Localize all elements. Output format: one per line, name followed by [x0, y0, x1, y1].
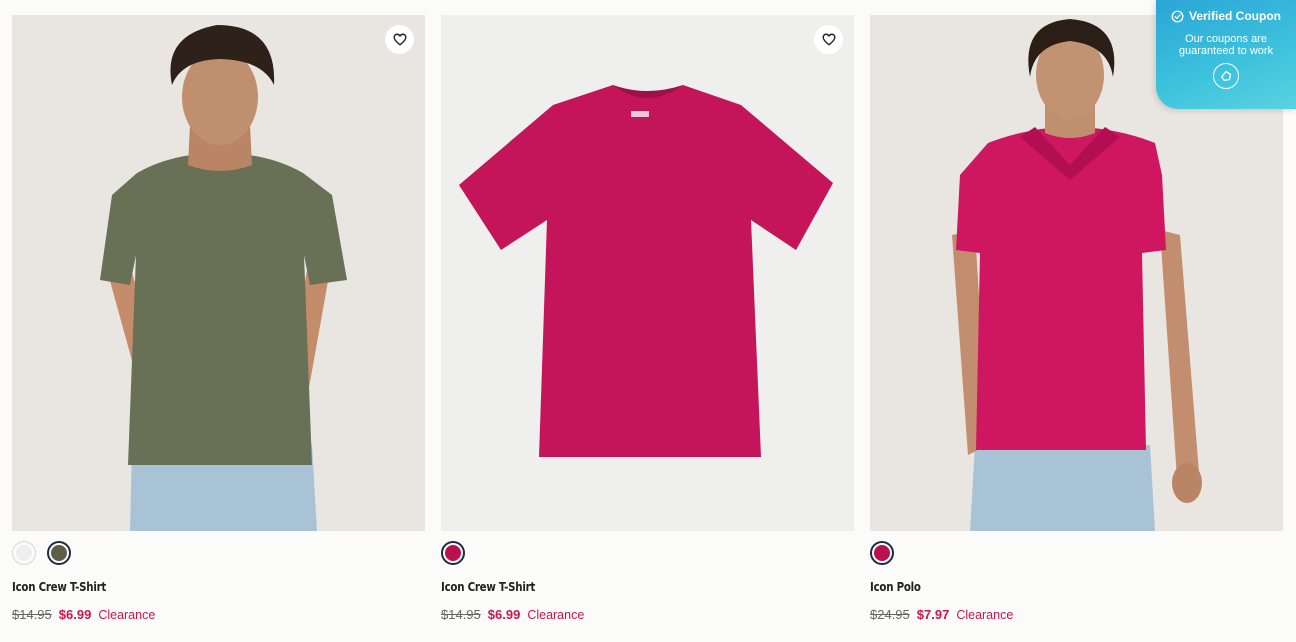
- original-price: $14.95: [441, 607, 481, 622]
- product-photo-pink-tshirt: [441, 15, 854, 531]
- color-swatches: [441, 541, 854, 565]
- product-card[interactable]: Icon Crew T-Shirt $14.95 $6.99 Clearance: [441, 15, 854, 622]
- product-name[interactable]: Icon Crew T-Shirt: [12, 579, 351, 594]
- tag-icon: [1220, 70, 1232, 82]
- product-name[interactable]: Icon Polo: [870, 579, 1209, 594]
- product-prices: $14.95 $6.99 Clearance: [12, 607, 425, 622]
- coupon-logo-icon[interactable]: [1213, 63, 1239, 89]
- product-prices: $14.95 $6.99 Clearance: [441, 607, 854, 622]
- product-image[interactable]: [441, 15, 854, 531]
- favorite-button[interactable]: [385, 25, 414, 54]
- coupon-title-row: Verified Coupon: [1156, 9, 1296, 23]
- sale-price: $6.99: [487, 607, 521, 622]
- coupon-description: Our coupons are guaranteed to work: [1178, 33, 1274, 57]
- clearance-badge: Clearance: [98, 608, 156, 622]
- coupon-title: Verified Coupon: [1188, 9, 1281, 23]
- product-image[interactable]: [12, 15, 425, 531]
- heart-icon: [392, 33, 407, 46]
- verified-coupon-popup[interactable]: Verified Coupon Our coupons are guarante…: [1156, 0, 1296, 109]
- check-circle-icon: [1171, 10, 1184, 22]
- product-grid: Icon Crew T-Shirt $14.95 $6.99 Clearance: [12, 15, 1283, 622]
- clearance-badge: Clearance: [527, 608, 585, 622]
- original-price: $14.95: [12, 607, 52, 622]
- color-swatches: [12, 541, 425, 565]
- product-name[interactable]: Icon Crew T-Shirt: [441, 579, 780, 594]
- swatch-white[interactable]: [12, 541, 36, 565]
- sale-price: $7.97: [916, 607, 950, 622]
- product-photo-olive-tshirt: [12, 15, 425, 531]
- product-card[interactable]: Icon Crew T-Shirt $14.95 $6.99 Clearance: [12, 15, 425, 622]
- original-price: $24.95: [870, 607, 910, 622]
- swatch-olive[interactable]: [47, 541, 71, 565]
- color-swatches: [870, 541, 1283, 565]
- sale-price: $6.99: [58, 607, 92, 622]
- heart-icon: [821, 33, 836, 46]
- clearance-badge: Clearance: [956, 608, 1014, 622]
- swatch-pink[interactable]: [870, 541, 894, 565]
- favorite-button[interactable]: [814, 25, 843, 54]
- swatch-pink[interactable]: [441, 541, 465, 565]
- product-prices: $24.95 $7.97 Clearance: [870, 607, 1283, 622]
